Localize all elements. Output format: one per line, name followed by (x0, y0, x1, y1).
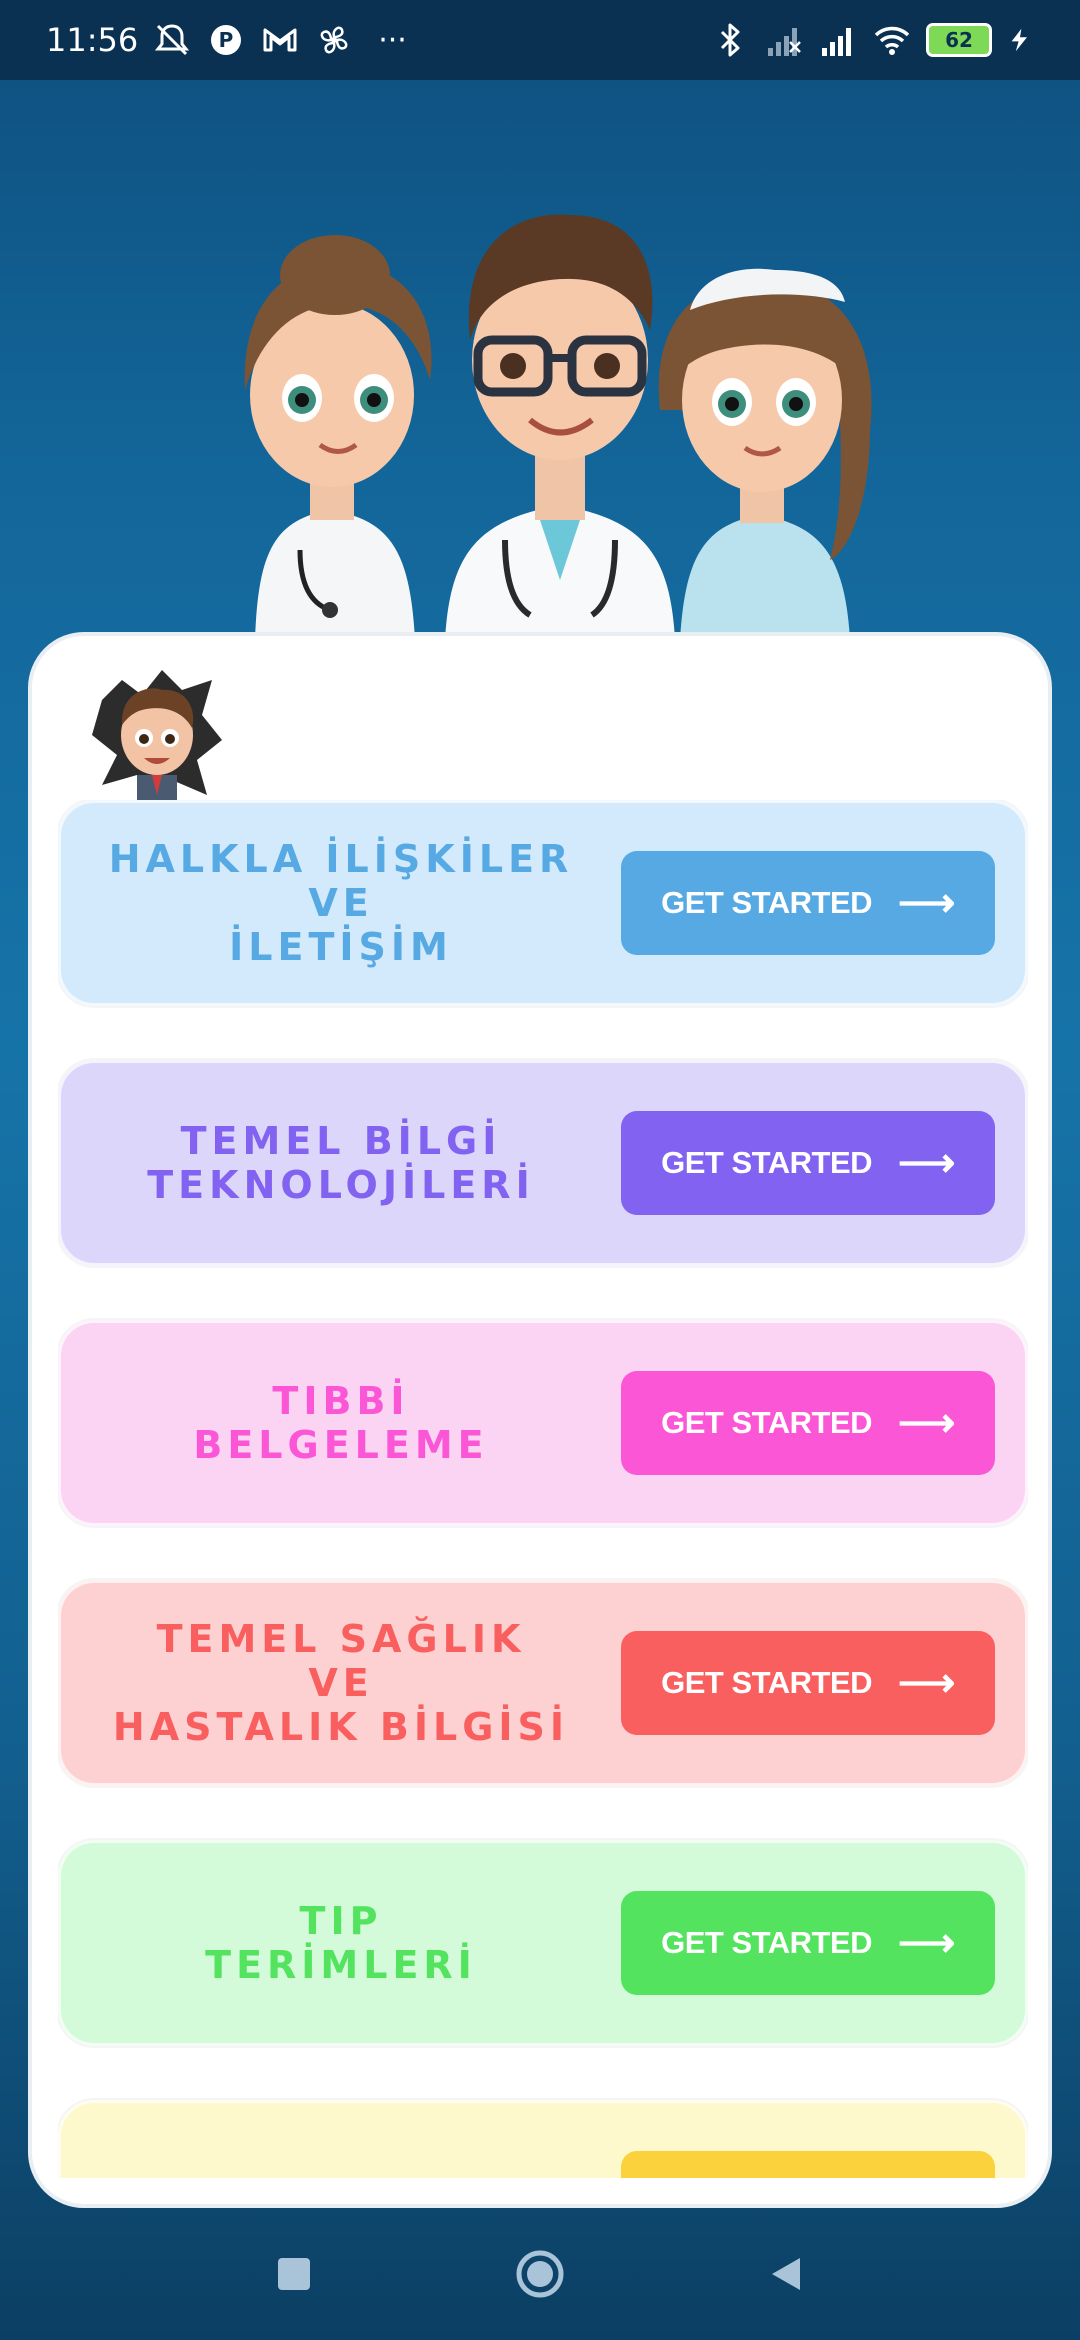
fan-icon (320, 26, 348, 54)
arrow-right-icon: ⟶ (898, 1661, 955, 1705)
get-started-label: GET STARTED (661, 885, 873, 920)
get-started-label: GET STARTED (661, 1145, 873, 1180)
get-started-button[interactable]: GET STARTED ⟶ (621, 1631, 995, 1735)
arrow-right-icon: ⟶ (898, 881, 955, 925)
signal-icon (822, 28, 851, 56)
course-item[interactable]: TEMEL SAĞLIK VE HASTALIK BİLGİSİ GET STAR… (58, 1580, 1028, 1786)
get-started-button[interactable]: GET STARTED ⟶ (621, 1111, 995, 1215)
clock: 11:56 (46, 21, 139, 59)
signal-nodata-icon (768, 28, 801, 56)
course-item[interactable]: SAĞLIKGET STARTED⟶ (58, 2100, 1028, 2178)
course-item[interactable]: TIP TERİMLERİ GET STARTED ⟶ (58, 1840, 1028, 2046)
course-card: HALKLA İLİŞKİLER VE İLETİŞİM GET STARTED ⟶… (28, 632, 1052, 2208)
peeking-boy-mascot-icon (92, 670, 222, 800)
course-title: HALKLA İLİŞKİLER VE İLETİŞİM (108, 837, 574, 969)
battery-indicator: 62 (926, 23, 992, 57)
course-item[interactable]: TEMEL BİLGİ TEKNOLOJİLERİ GET STARTED ⟶ (58, 1060, 1028, 1266)
arrow-right-icon: ⟶ (898, 1401, 955, 1445)
status-bar: 11:56 P ··· 62 (0, 0, 1080, 80)
recents-square-icon[interactable] (274, 2254, 314, 2294)
arrow-right-icon: ⟶ (898, 1141, 955, 1185)
get-started-button[interactable]: GET STARTED ⟶ (621, 1891, 995, 1995)
arrow-right-icon: ⟶ (898, 1921, 955, 1965)
doctors-illustration (244, 214, 872, 640)
doctor-center-figure (445, 214, 675, 640)
course-item[interactable]: TIBBİ BELGELEME GET STARTED ⟶ (58, 1320, 1028, 1526)
course-title: TEMEL SAĞLIK VE HASTALIK BİLGİSİ (112, 1617, 570, 1749)
course-title: TIP TERİMLERİ (205, 1899, 477, 1987)
more-indicator: ··· (378, 22, 407, 58)
get-started-label: GET STARTED (661, 1405, 873, 1440)
navigation-bar (0, 2208, 1080, 2340)
home-circle-icon[interactable] (514, 2248, 566, 2300)
get-started-label: GET STARTED (661, 1925, 873, 1960)
get-started-button[interactable]: GET STARTED ⟶ (621, 1371, 995, 1475)
back-triangle-icon[interactable] (766, 2254, 806, 2294)
status-right: 62 (710, 20, 1034, 60)
course-list[interactable]: HALKLA İLİŞKİLER VE İLETİŞİM GET STARTED ⟶… (58, 800, 1028, 2178)
course-item[interactable]: HALKLA İLİŞKİLER VE İLETİŞİM GET STARTED ⟶ (58, 800, 1028, 1006)
doctor-left-figure (244, 235, 432, 640)
gmail-icon (263, 28, 297, 52)
course-title: TEMEL BİLGİ TEKNOLOJİLERİ (147, 1119, 535, 1207)
bluetooth-icon (720, 23, 740, 57)
bell-off-icon (155, 24, 190, 56)
app-p-icon: P (211, 25, 242, 55)
svg-text:P: P (219, 28, 234, 52)
doctor-right-figure (658, 268, 872, 640)
status-left: 11:56 P ··· (46, 20, 407, 60)
get-started-button[interactable]: GET STARTED ⟶ (621, 851, 995, 955)
get-started-label: GET STARTED (661, 1665, 873, 1700)
course-title: TIBBİ BELGELEME (193, 1379, 489, 1467)
charging-icon (1011, 28, 1027, 52)
wifi-icon (874, 26, 910, 55)
get-started-button[interactable]: GET STARTED⟶ (621, 2151, 995, 2178)
